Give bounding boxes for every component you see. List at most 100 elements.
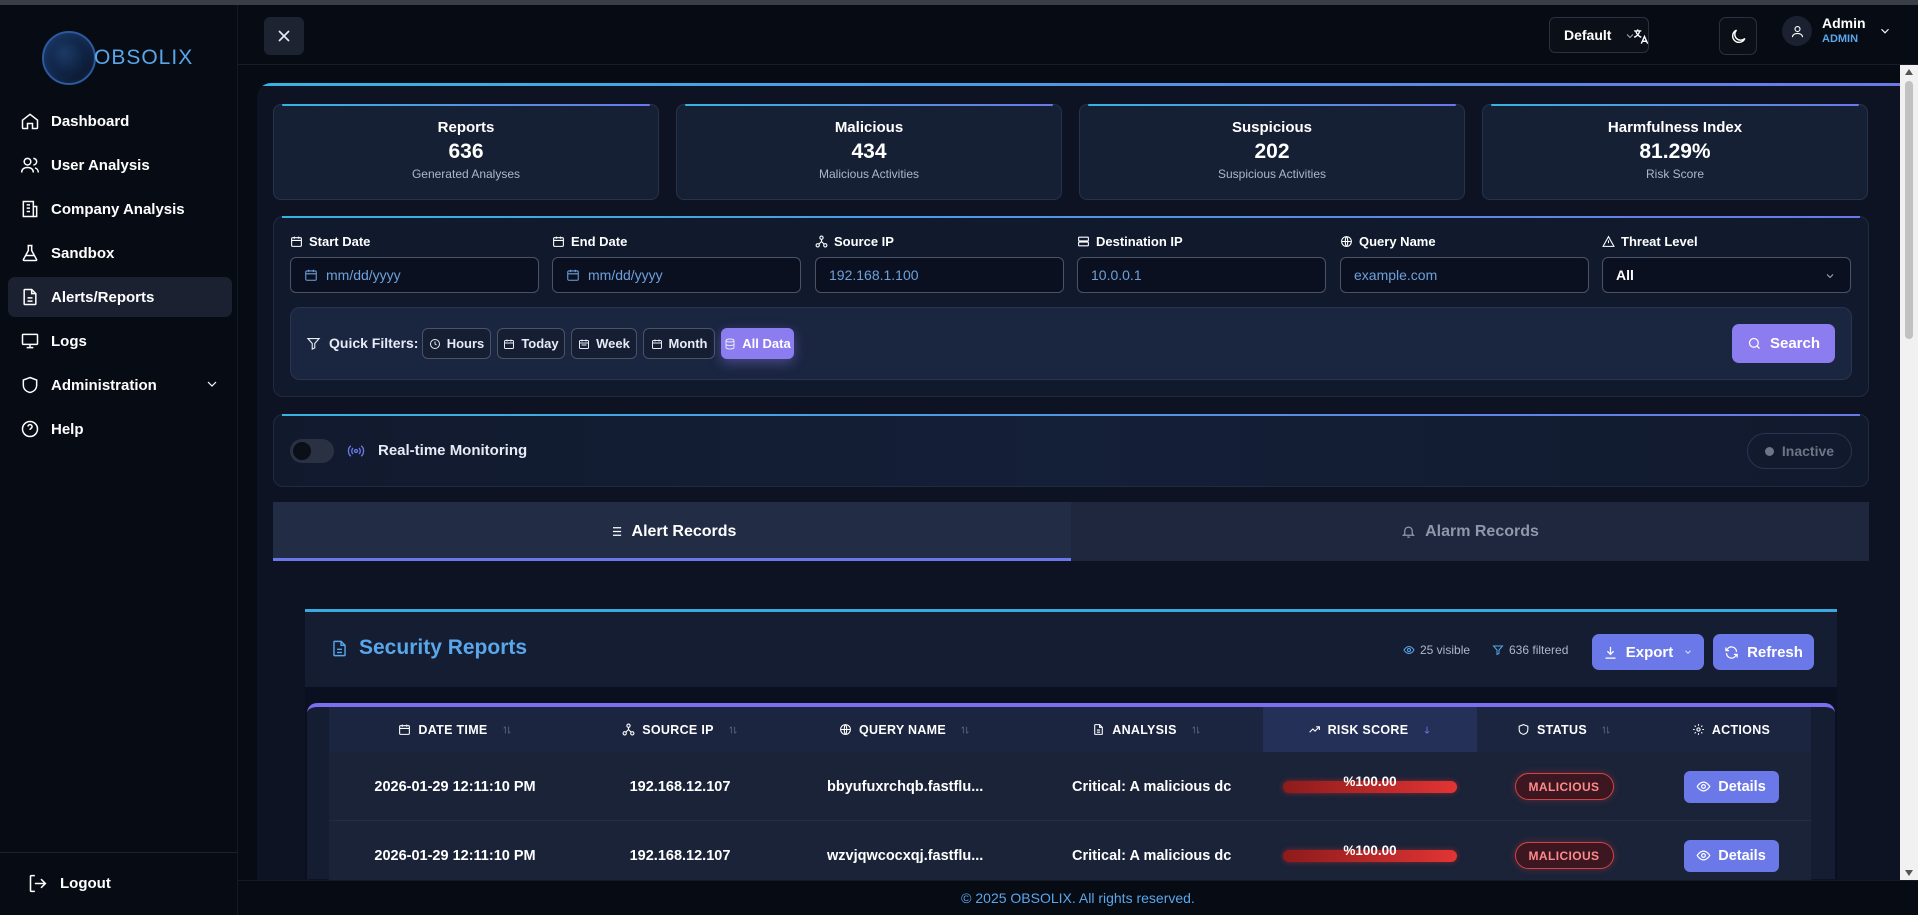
- export-button[interactable]: Export: [1592, 634, 1704, 670]
- start-date-input[interactable]: mm/dd/yyyy: [290, 257, 539, 293]
- tab-label: Alert Records: [631, 522, 737, 540]
- sidebar-item-company-analysis[interactable]: Company Analysis: [8, 189, 232, 229]
- logout-button[interactable]: Logout: [27, 873, 111, 894]
- stat-subtitle: Generated Analyses: [411, 167, 521, 181]
- calendar-icon: [399, 724, 411, 735]
- column-header-risk-score[interactable]: RISK SCORE: [1263, 707, 1477, 752]
- threat-level-select[interactable]: All: [1602, 257, 1851, 293]
- sidebar-item-label: Dashboard: [51, 112, 130, 130]
- stat-card-harmfulness-index: Harmfulness Index 81.29% Risk Score: [1482, 104, 1868, 200]
- stat-subtitle: Risk Score: [1645, 167, 1704, 181]
- calendar-icon: [553, 236, 564, 247]
- destination-ip-input[interactable]: 10.0.0.1: [1077, 257, 1326, 293]
- quick-filter-today[interactable]: Today: [497, 328, 565, 359]
- sidebar-item-alerts-reports[interactable]: Alerts/Reports: [8, 277, 232, 317]
- language-button[interactable]: [1621, 17, 1659, 55]
- download-icon: [1605, 646, 1616, 659]
- bell-icon: [1402, 526, 1416, 538]
- sidebar-item-help[interactable]: Help: [8, 409, 232, 449]
- status-dot-icon: [1764, 446, 1774, 456]
- cell-status: MALICIOUS: [1477, 752, 1651, 821]
- tab-alert-records[interactable]: Alert Records: [273, 502, 1071, 561]
- dark-mode-toggle[interactable]: [1719, 17, 1757, 55]
- refresh-button[interactable]: Refresh: [1713, 634, 1814, 670]
- calendar-icon: [305, 269, 317, 281]
- page-scrollbar[interactable]: [1900, 65, 1918, 880]
- building-icon: [22, 200, 38, 218]
- quick-filter-all-data[interactable]: All Data: [721, 328, 794, 359]
- scroll-thumb[interactable]: [1905, 81, 1913, 339]
- sidebar-item-administration[interactable]: Administration: [8, 365, 232, 405]
- close-sidebar-button[interactable]: [264, 17, 304, 55]
- quick-filter-week[interactable]: Week: [571, 328, 637, 359]
- tab-alarm-records[interactable]: Alarm Records: [1071, 502, 1869, 561]
- sidebar: OBSOLIX Dashboard User Analysis Company …: [0, 5, 238, 915]
- user-menu[interactable]: Admin ADMIN: [1782, 15, 1892, 47]
- toggle-knob: [293, 442, 311, 460]
- cell-query-name: bbyufuxrchqb.fastflu...: [827, 778, 984, 795]
- end-date-input[interactable]: mm/dd/yyyy: [552, 257, 801, 293]
- stat-subtitle: Suspicious Activities: [1217, 167, 1327, 181]
- filtered-count: 636 filtered: [1492, 643, 1568, 657]
- calendar-icon: [291, 236, 302, 247]
- user-icon: [1791, 25, 1803, 37]
- stat-value: 636: [448, 140, 484, 163]
- destination-ip-field: Destination IP 10.0.0.1: [1077, 233, 1326, 293]
- column-header-actions: ACTIONS: [1651, 707, 1811, 752]
- quick-filter-month[interactable]: Month: [643, 328, 715, 359]
- reports-table: DATE TIME SOURCE IP QUERY NAME ANALYSIS: [307, 703, 1835, 890]
- realtime-monitoring-label: Real-time Monitoring: [378, 442, 528, 459]
- field-label-text: Start Date: [309, 233, 371, 249]
- source-ip-field: Source IP 192.168.1.100: [815, 233, 1064, 293]
- theme-select-value: Default: [1564, 27, 1612, 43]
- sidebar-item-sandbox[interactable]: Sandbox: [8, 233, 232, 273]
- query-name-field: Query Name example.com: [1340, 233, 1589, 293]
- cell-risk-score: %100.00: [1263, 752, 1477, 821]
- close-icon: [278, 30, 290, 42]
- column-header-source-ip[interactable]: SOURCE IP: [581, 707, 779, 752]
- query-name-input[interactable]: example.com: [1340, 257, 1589, 293]
- sidebar-item-dashboard[interactable]: Dashboard: [8, 101, 232, 141]
- column-header-status[interactable]: STATUS: [1477, 707, 1651, 752]
- network-icon: [622, 723, 635, 736]
- scroll-down-arrow-icon[interactable]: [1905, 870, 1913, 876]
- realtime-monitoring-toggle[interactable]: [290, 439, 334, 463]
- details-button[interactable]: Details: [1683, 770, 1779, 803]
- column-header-analysis[interactable]: ANALYSIS: [1030, 707, 1263, 752]
- sidebar-item-label: Alerts/Reports: [51, 288, 155, 306]
- search-button[interactable]: Search: [1732, 324, 1835, 363]
- source-ip-placeholder: 192.168.1.100: [829, 267, 919, 283]
- cell-actions: Details: [1651, 752, 1811, 821]
- security-reports-section: Security Reports 25 visible 636 filtered…: [305, 609, 1837, 890]
- sort-icon: [961, 725, 969, 734]
- sidebar-item-label: User Analysis: [51, 156, 150, 174]
- sidebar-item-user-analysis[interactable]: User Analysis: [8, 145, 232, 185]
- risk-score-bar: %100.00: [1283, 774, 1457, 793]
- field-label-text: Query Name: [1359, 233, 1436, 249]
- end-date-field: End Date mm/dd/yyyy: [552, 233, 801, 293]
- details-button[interactable]: Details: [1683, 839, 1779, 872]
- column-header-query-name[interactable]: QUERY NAME: [779, 707, 1030, 752]
- security-reports-header: Security Reports 25 visible 636 filtered…: [305, 609, 1837, 687]
- export-button-label: Export: [1625, 643, 1674, 661]
- source-ip-input[interactable]: 192.168.1.100: [815, 257, 1064, 293]
- quick-filters-label-text: Quick Filters:: [329, 335, 419, 351]
- users-icon: [20, 157, 40, 173]
- records-tabs: Alert Records Alarm Records: [273, 502, 1869, 561]
- cell-source-ip: 192.168.12.107: [629, 778, 731, 795]
- quick-filter-hours[interactable]: Hours: [422, 328, 491, 359]
- cell-analysis: Critical: A malicious dc: [1072, 778, 1232, 795]
- sort-icon: [1192, 725, 1200, 734]
- table-row[interactable]: 2026-01-29 12:11:10 PM 192.168.12.107 bb…: [329, 752, 1811, 821]
- scroll-up-arrow-icon[interactable]: [1905, 69, 1913, 75]
- stat-card-suspicious: Suspicious 202 Suspicious Activities: [1079, 104, 1465, 200]
- column-header-date-time[interactable]: DATE TIME: [329, 707, 581, 752]
- field-label-text: Source IP: [834, 233, 894, 249]
- end-date-placeholder: mm/dd/yyyy: [588, 267, 663, 283]
- sidebar-item-logs[interactable]: Logs: [8, 321, 232, 361]
- quick-filter-label: Today: [521, 336, 559, 351]
- globe-icon: [1341, 235, 1352, 247]
- file-text-icon: [1094, 724, 1104, 735]
- brand-logo[interactable]: OBSOLIX: [42, 31, 193, 85]
- database-icon: [725, 338, 735, 350]
